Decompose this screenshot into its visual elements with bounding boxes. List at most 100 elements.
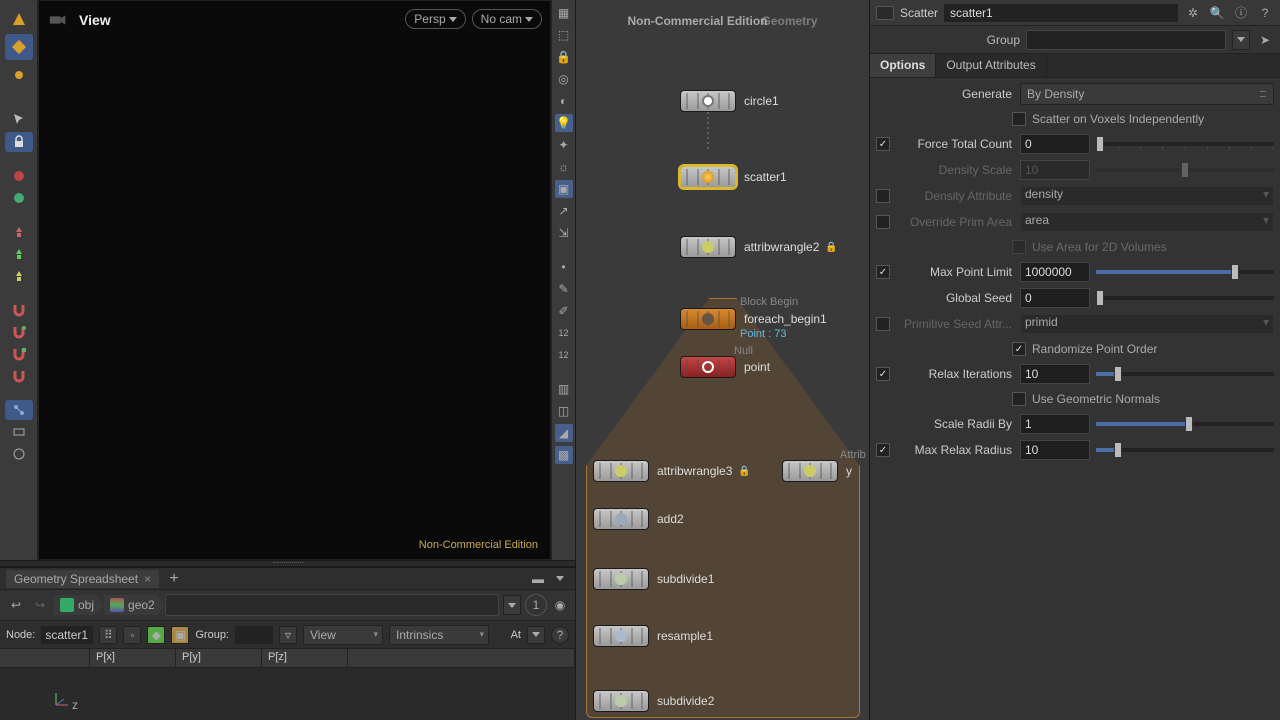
gear-icon[interactable]: ✲ [1184,4,1202,22]
tab-output-attributes[interactable]: Output Attributes [936,54,1046,77]
node-subdivide2[interactable]: subdivide2 [593,690,714,712]
override-prim-toggle[interactable] [876,215,890,229]
scale-radii-slider[interactable] [1096,414,1274,434]
rail-12a-icon[interactable]: 12 [555,324,573,342]
node-add2[interactable]: add2 [593,508,684,530]
camera-button[interactable]: No cam [472,9,542,29]
tool-box-icon[interactable] [5,34,33,60]
path-geo[interactable]: geo2 [104,595,165,615]
node-circle1[interactable]: circle1 [680,90,779,112]
comp-prims-icon[interactable]: ◆ [147,626,165,644]
relax-iter-slider[interactable] [1096,364,1274,384]
at-drop-icon[interactable] [527,626,545,644]
path-field[interactable] [165,594,499,616]
prim-seed-toggle[interactable] [876,317,890,331]
node-point[interactable]: point [680,356,770,378]
max-point-slider[interactable] [1096,262,1274,282]
relax-iter-field[interactable] [1020,364,1090,384]
path-drop-button[interactable] [503,595,521,615]
max-relax-field[interactable] [1020,440,1090,460]
rail-material-icon[interactable]: ▣ [555,180,573,198]
tool-misc-icon[interactable] [5,444,33,464]
pane-max-icon[interactable] [551,570,569,588]
rail-pen-icon[interactable]: ✐ [555,302,573,320]
comp-detail-icon[interactable]: ▣ [171,626,189,644]
rail-ghost-icon[interactable]: ◐ [555,92,573,110]
comp-points-icon[interactable]: ⠿ [99,626,117,644]
tool-magnet-b-icon[interactable] [5,322,33,342]
help-param-icon[interactable]: ? [1256,4,1274,22]
group-select-button[interactable]: ➤ [1256,30,1274,50]
rail-global-icon[interactable]: ✦ [555,136,573,154]
rail-lock-icon[interactable]: 🔒 [555,48,573,66]
rail-bulb-icon[interactable]: 💡 [555,114,573,132]
node-attribwrangle3[interactable]: attribwrangle3🔒 [593,460,751,482]
tool-create-icon[interactable] [5,6,33,32]
group-drop-button[interactable] [1232,30,1250,50]
tool-sphere-a-icon[interactable] [5,166,33,186]
scatter-voxels-check[interactable] [1012,112,1026,126]
comp-verts-icon[interactable]: ◦ [123,626,141,644]
tool-lock-icon[interactable] [5,132,33,152]
rail-checker-icon[interactable]: ▩ [555,446,573,464]
max-relax-toggle[interactable]: ✓ [876,443,890,457]
add-tab-button[interactable]: + [165,570,183,588]
relax-iter-toggle[interactable]: ✓ [876,367,890,381]
spreadsheet-tab[interactable]: Geometry Spreadsheet× [6,570,159,588]
scene-viewport[interactable]: View Persp No cam Non-Commercial Edition [38,0,551,560]
rail-display-icon[interactable]: ▦ [555,4,573,22]
rail-dot-icon[interactable]: • [555,258,573,276]
global-seed-slider[interactable] [1096,288,1274,308]
density-attr-toggle[interactable] [876,189,890,203]
tool-char-c-icon[interactable] [5,266,33,286]
node-scatter1[interactable]: scatter1 [680,166,787,188]
path-obj[interactable]: obj [54,595,104,615]
spreadsheet-body[interactable] [0,668,575,720]
link-icon[interactable]: ◉ [551,596,569,614]
node-resample1[interactable]: resample1 [593,625,713,647]
tool-sphere-b-icon[interactable] [5,188,33,208]
rail-pick-icon[interactable]: ↗ [555,202,573,220]
rail-ortho-icon[interactable]: ◫ [555,402,573,420]
rail-target-icon[interactable]: ◎ [555,70,573,88]
group-pick-icon[interactable]: ▿ [279,626,297,644]
rail-lightrig-icon[interactable]: ☼ [555,158,573,176]
tool-magnet-d-icon[interactable] [5,366,33,386]
rail-collapse-icon[interactable]: ⇲ [555,224,573,242]
max-point-toggle[interactable]: ✓ [876,265,890,279]
scale-radii-field[interactable] [1020,414,1090,434]
nav-back-button[interactable]: ↩ [6,595,26,615]
search-icon[interactable]: 🔍 [1208,4,1226,22]
rail-select-icon[interactable]: ⬚ [555,26,573,44]
group-field[interactable] [1026,30,1226,50]
tool-magnet-c-icon[interactable] [5,344,33,364]
group-filter-field[interactable] [235,626,273,644]
nav-fwd-button[interactable]: ↪ [30,595,50,615]
intrinsics-select[interactable]: Intrinsics [389,625,489,645]
geom-normals-check[interactable] [1012,392,1026,406]
max-relax-slider[interactable] [1096,440,1274,460]
tool-char-b-icon[interactable] [5,244,33,264]
rail-grid-icon[interactable]: ▥ [555,380,573,398]
view-select[interactable]: View [303,625,383,645]
help-icon[interactable]: ? [551,626,569,644]
tab-close-icon[interactable]: × [144,572,151,586]
rail-shade-icon[interactable]: ◢ [555,424,573,442]
max-point-field[interactable] [1020,262,1090,282]
node-field[interactable] [41,626,93,644]
global-seed-field[interactable] [1020,288,1090,308]
randomize-check[interactable]: ✓ [1012,342,1026,356]
pane-divider[interactable] [0,560,575,567]
pane-menu-icon[interactable]: ▬ [529,570,547,588]
tab-options[interactable]: Options [870,54,936,77]
node-foreach-begin1[interactable]: foreach_begin1 [680,308,827,330]
force-total-slider[interactable] [1096,134,1274,154]
node-attrib-right[interactable]: y [782,460,852,482]
persp-button[interactable]: Persp [405,9,465,29]
tool-net-icon[interactable] [5,400,33,420]
generate-select[interactable]: By Density [1020,83,1274,105]
tool-select-icon[interactable] [5,110,33,130]
pin-badge[interactable]: 1 [525,594,547,616]
rail-12b-icon[interactable]: 12 [555,346,573,364]
rail-brush-icon[interactable]: ✎ [555,280,573,298]
